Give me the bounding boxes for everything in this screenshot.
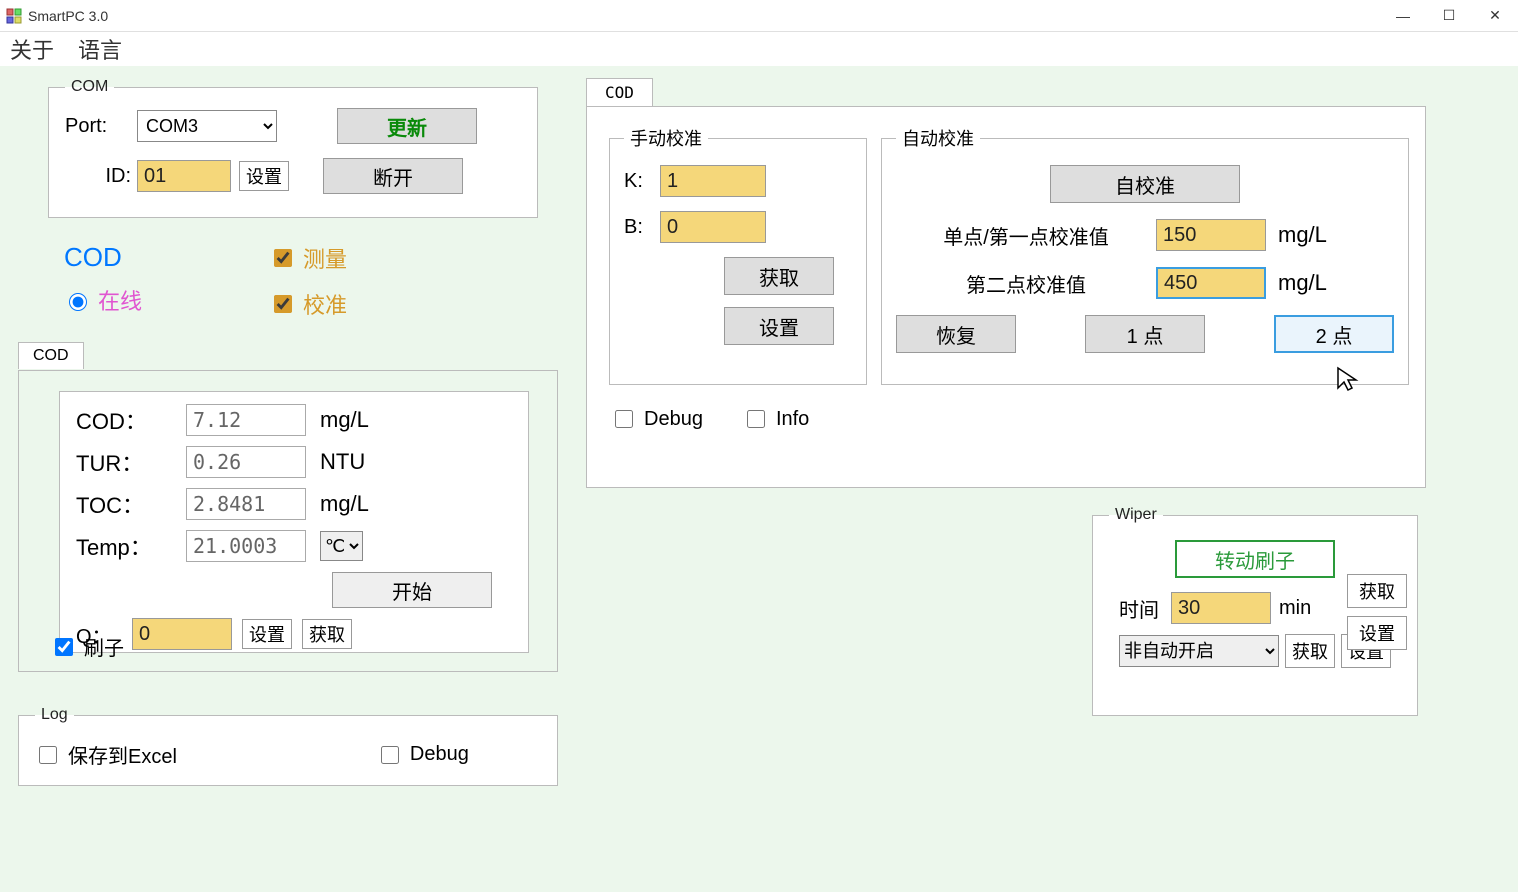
cod-label: COD：	[76, 404, 186, 436]
b-input[interactable]	[660, 211, 766, 243]
online-label: 在线	[98, 284, 142, 316]
app-icon	[6, 8, 22, 24]
manual-calib-group: 手动校准 K: B: 获取 设置	[609, 125, 867, 385]
cod-unit: mg/L	[320, 407, 369, 433]
cod-title: COD	[64, 242, 122, 273]
temp-label: Temp：	[76, 530, 186, 562]
self-calib-button[interactable]: 自校准	[1050, 165, 1240, 203]
one-point-button[interactable]: 1 点	[1085, 315, 1205, 353]
online-radio[interactable]	[69, 293, 87, 311]
measure-label: 测量	[303, 242, 347, 274]
calib-info-checkbox[interactable]	[747, 410, 765, 428]
minimize-button[interactable]: —	[1380, 0, 1426, 32]
measurement-panel: COD： mg/L TUR： NTU TOC： mg/L Temp：	[59, 391, 529, 653]
titlebar: SmartPC 3.0 — ☐ ✕	[0, 0, 1518, 32]
point1-label: 单点/第一点校准值	[896, 221, 1156, 250]
tab-cod[interactable]: COD	[18, 342, 84, 369]
point2-label: 第二点校准值	[896, 269, 1156, 298]
wiper-get-button[interactable]: 获取	[1347, 574, 1407, 608]
mode-block: COD 在线 测量 校准	[48, 242, 538, 332]
temp-unit-select[interactable]: ℃	[320, 531, 363, 561]
auto-calib-group: 自动校准 自校准 单点/第一点校准值 mg/L 第二点校准值 mg/L 恢复 1…	[881, 125, 1409, 385]
cod-value	[186, 404, 306, 436]
maximize-button[interactable]: ☐	[1426, 0, 1472, 32]
brush-checkbox[interactable]	[55, 638, 73, 656]
toc-unit: mg/L	[320, 491, 369, 517]
id-input[interactable]	[137, 160, 231, 192]
log-legend: Log	[35, 706, 74, 724]
menubar: 关于 语言	[0, 32, 1518, 66]
content-area: COM Port: COM3 更新 ID: 设置 断开 COD 在线 测量	[0, 66, 1518, 892]
restore-button[interactable]: 恢复	[896, 315, 1016, 353]
calibration-tabhost: COD 手动校准 K: B: 获取 设置 自动校准	[586, 78, 1426, 488]
toc-value	[186, 488, 306, 520]
q-input[interactable]	[132, 618, 232, 650]
manual-get-button[interactable]: 获取	[724, 257, 834, 295]
q-set-button[interactable]: 设置	[242, 619, 292, 649]
calibrate-label: 校准	[303, 288, 347, 320]
b-label: B:	[624, 216, 660, 239]
tur-value	[186, 446, 306, 478]
point2-input[interactable]	[1156, 267, 1266, 299]
wiper-time-label: 时间	[1119, 594, 1163, 623]
refresh-button[interactable]: 更新	[337, 108, 477, 144]
disconnect-button[interactable]: 断开	[323, 158, 463, 194]
point1-input[interactable]	[1156, 219, 1266, 251]
tur-unit: NTU	[320, 449, 365, 475]
measure-checkbox[interactable]	[274, 249, 292, 267]
com-legend: COM	[65, 78, 114, 96]
k-label: K:	[624, 170, 660, 193]
calib-debug-label: Debug	[644, 408, 703, 431]
calib-debug-checkbox[interactable]	[615, 410, 633, 428]
com-group: COM Port: COM3 更新 ID: 设置 断开	[48, 78, 538, 218]
wiper-legend: Wiper	[1109, 506, 1163, 524]
id-label: ID:	[65, 165, 131, 188]
toc-label: TOC：	[76, 488, 186, 520]
wiper-group: Wiper 转动刷子 时间 min 获取 设置 非自动开启 获取 设置	[1092, 506, 1418, 716]
id-set-button[interactable]: 设置	[239, 161, 289, 191]
rotate-brush-button[interactable]: 转动刷子	[1175, 540, 1335, 578]
temp-value	[186, 530, 306, 562]
port-select[interactable]: COM3	[137, 110, 277, 142]
log-debug-label: Debug	[410, 743, 469, 766]
close-button[interactable]: ✕	[1472, 0, 1518, 32]
window-title: SmartPC 3.0	[28, 8, 108, 24]
calibrate-checkbox[interactable]	[274, 295, 292, 313]
brush-label: 刷子	[84, 632, 124, 661]
wiper-mode-get-button[interactable]: 获取	[1285, 634, 1335, 668]
point1-unit: mg/L	[1278, 222, 1327, 248]
manual-set-button[interactable]: 设置	[724, 307, 834, 345]
k-input[interactable]	[660, 165, 766, 197]
wiper-mode-select[interactable]: 非自动开启	[1119, 635, 1279, 667]
calib-info-label: Info	[776, 408, 809, 431]
auto-legend: 自动校准	[896, 125, 980, 151]
log-debug-checkbox[interactable]	[381, 746, 399, 764]
save-excel-checkbox[interactable]	[39, 746, 57, 764]
menu-language[interactable]: 语言	[78, 33, 122, 65]
point2-unit: mg/L	[1278, 270, 1327, 296]
save-excel-label: 保存到Excel	[68, 740, 177, 769]
q-get-button[interactable]: 获取	[302, 619, 352, 649]
manual-legend: 手动校准	[624, 125, 708, 151]
measurement-tabhost: COD COD： mg/L TUR： NTU TOC： mg/L	[18, 342, 558, 672]
tur-label: TUR：	[76, 446, 186, 478]
start-button[interactable]: 开始	[332, 572, 492, 608]
tab-cod-right[interactable]: COD	[586, 78, 653, 106]
wiper-time-input[interactable]	[1171, 592, 1271, 624]
log-group: Log 保存到Excel Debug	[18, 706, 558, 786]
wiper-time-unit: min	[1279, 597, 1311, 620]
two-point-button[interactable]: 2 点	[1274, 315, 1394, 353]
wiper-set-button[interactable]: 设置	[1347, 616, 1407, 650]
port-label: Port:	[65, 115, 131, 138]
menu-about[interactable]: 关于	[10, 33, 54, 65]
